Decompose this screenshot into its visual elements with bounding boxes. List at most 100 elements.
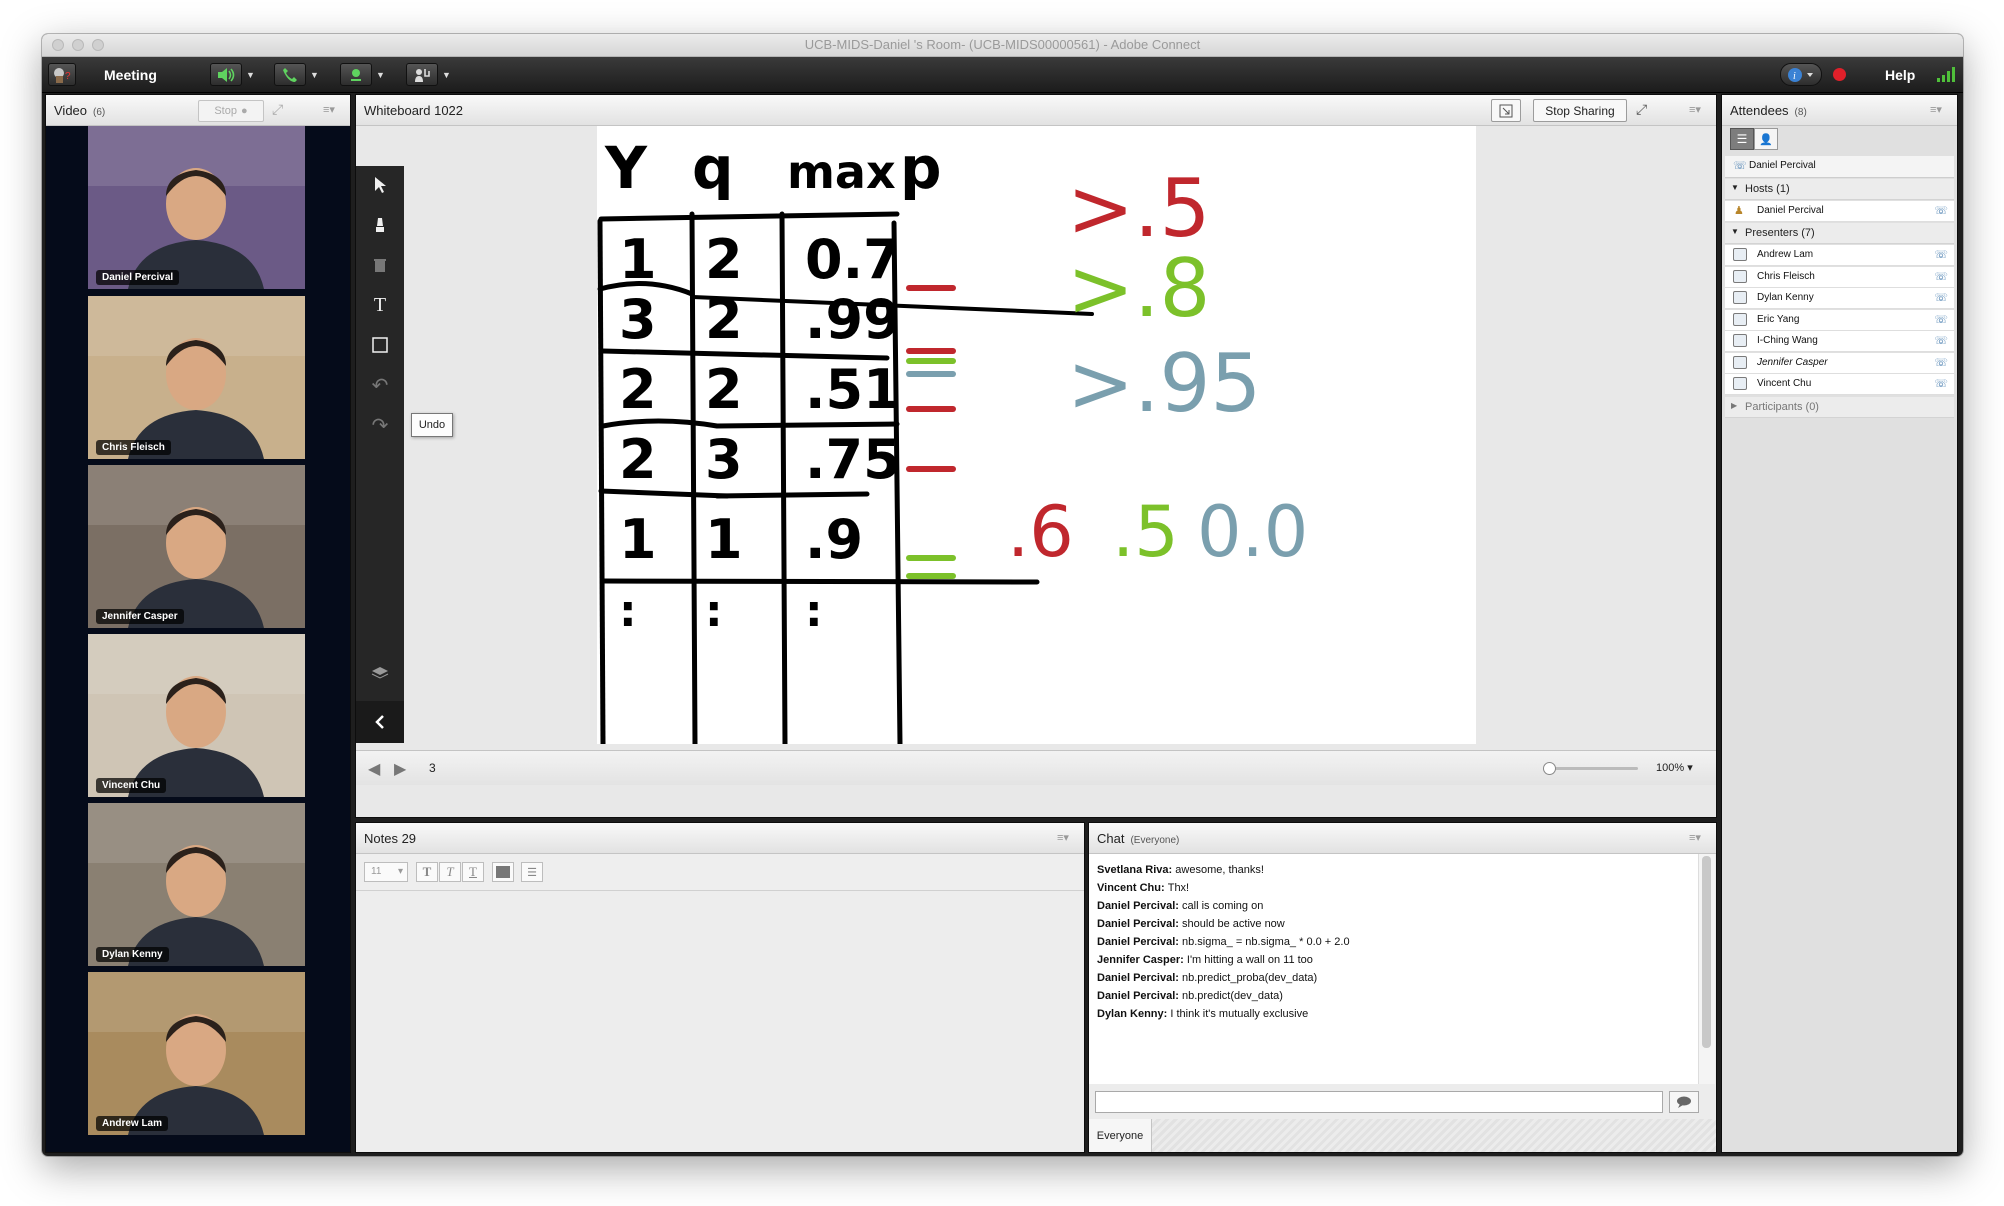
video-tile[interactable]: Daniel Percival [88,126,305,289]
whiteboard-canvas[interactable]: Yq max p 1 2 0.7 3 2.99 2 2.51 2 3.75 1 1.9::: >.5 >.8 >… [597,126,1476,747]
video-tile-name: Vincent Chu [96,778,167,793]
shape-tool-icon[interactable] [356,326,404,364]
webcam-icon[interactable] [340,63,372,86]
webcam-feed-image [88,634,305,797]
collapse-toolbar-icon[interactable] [356,701,404,743]
bold-icon[interactable]: T [416,862,438,882]
whiteboard-fullscreen-icon[interactable]: ⤢ [1636,101,1647,118]
next-page-icon[interactable]: ▶ [394,759,406,779]
draw-mode-icon[interactable] [1491,99,1521,122]
info-icon[interactable]: i [1780,63,1822,86]
stop-sharing-button[interactable]: Stop Sharing [1533,99,1627,122]
attendee-row[interactable]: Vincent Chu ☏ [1725,374,1954,395]
webcam-dropdown-icon[interactable]: ▼ [373,63,388,86]
attendees-pod-header: Attendees (8) ≡▾ [1722,95,1957,126]
previous-page-icon[interactable]: ◀ [368,759,380,779]
chat-separator: : [1175,990,1183,1002]
layers-icon[interactable] [356,654,404,692]
delete-icon[interactable] [356,246,404,284]
chat-tab-everyone[interactable]: Everyone [1089,1119,1152,1152]
video-tile[interactable]: Andrew Lam [88,972,305,1135]
threshold-label: >.8 [1067,242,1210,335]
attendees-count: (8) [1794,107,1807,118]
attendee-name: Daniel Percival [1757,205,1824,216]
chat-scrollbar[interactable] [1698,854,1715,1084]
notes-content[interactable] [356,891,1084,1152]
attendee-row[interactable]: Eric Yang ☏ [1725,309,1954,331]
video-tile[interactable]: Chris Fleisch [88,296,305,459]
chat-text: awesome, thanks! [1175,864,1264,876]
chat-pod-menu-icon[interactable]: ≡▾ [1684,829,1706,847]
undo-tooltip: Undo [411,413,453,437]
list-view-icon[interactable]: ☰ [1730,128,1754,150]
hosts-section[interactable]: ▼ Hosts (1) [1725,179,1954,200]
whiteboard-cell: : [805,586,823,637]
notes-title: Notes 29 [364,831,417,846]
table-line [597,218,606,747]
speaker-icon[interactable] [210,63,242,86]
whiteboard-cell: 1 [705,508,743,571]
attendee-row[interactable]: I-Ching Wang ☏ [1725,331,1954,352]
phone-icon: ☏ [1733,160,1747,172]
video-tile-name: Dylan Kenny [96,947,169,962]
text-tool-icon[interactable]: T [356,286,404,324]
notes-pod-menu-icon[interactable]: ≡▾ [1052,829,1074,847]
help-menu[interactable]: Help [1885,57,1915,92]
bullet-list-icon[interactable]: ☰ [521,862,543,882]
phone-icon: ☏ [1934,313,1948,326]
attendees-pod-menu-icon[interactable]: ≡▾ [1925,101,1947,119]
italic-icon[interactable]: T [439,862,461,882]
speaker-dropdown-icon[interactable]: ▼ [243,63,258,86]
send-message-icon[interactable] [1669,1091,1699,1113]
zoom-slider-handle[interactable] [1543,762,1556,775]
table-line [714,491,870,499]
meeting-menu[interactable]: Meeting [104,57,157,92]
participants-section[interactable]: ▶ Participants (0) [1725,397,1954,418]
attendee-row[interactable]: Andrew Lam ☏ [1725,245,1954,266]
attendee-row[interactable]: ♟ Daniel Percival ☏ [1725,201,1954,222]
zoom-slider[interactable] [1546,767,1638,770]
chat-sender: Daniel Percival [1097,990,1176,1002]
chat-message: Jennifer Casper: I'm hitting a wall on 1… [1097,954,1313,966]
chat-messages: Svetlana Riva: awesome, thanks! Vincent C… [1089,854,1698,1084]
my-status-row[interactable]: ☏ Daniel Percival [1725,156,1954,178]
presenters-section[interactable]: ▼ Presenters (7) [1725,223,1954,244]
chevron-down-icon: ▼ [1731,183,1739,192]
attendee-row[interactable]: Dylan Kenny ☏ [1725,288,1954,309]
webcam-feed-image [88,972,305,1135]
video-tile[interactable]: Vincent Chu [88,634,305,797]
attendee-row[interactable]: Jennifer Casper ☏ [1725,352,1954,374]
marker-tool-icon[interactable] [356,206,404,244]
text-color-icon[interactable] [492,862,514,882]
attendee-name: Jennifer Casper [1757,356,1828,368]
stop-video-button[interactable]: Stop ● [198,100,264,122]
redo-icon[interactable]: ↷ [356,406,404,444]
chat-separator: : [1175,972,1183,984]
status-dropdown-icon[interactable]: ▼ [439,63,454,86]
fullscreen-icon[interactable]: ⤢ [272,101,283,118]
presenter-icon [1733,248,1747,261]
chat-message: Dylan Kenny: I think it's mutually exclu… [1097,1008,1308,1020]
raise-hand-icon[interactable] [406,63,438,86]
chat-scrollbar-thumb[interactable] [1702,856,1711,1048]
chat-input[interactable] [1095,1091,1663,1113]
record-icon[interactable] [1833,68,1846,81]
font-size-select[interactable]: 11 ▾ [364,862,408,882]
video-tile[interactable]: Dylan Kenny [88,803,305,966]
underline-icon[interactable]: T [462,862,484,882]
zoom-value: 100% [1656,762,1685,774]
video-pod-menu-icon[interactable]: ≡▾ [318,101,340,119]
undo-icon[interactable]: ↶ [356,366,404,404]
video-tile[interactable]: Jennifer Casper [88,465,305,628]
video-pod-title: Video [54,103,88,118]
phone-dropdown-icon[interactable]: ▼ [307,63,322,86]
whiteboard-pod-menu-icon[interactable]: ≡▾ [1684,101,1706,119]
selection-tool-icon[interactable] [356,166,404,204]
phone-icon[interactable] [274,63,306,86]
status-view-icon[interactable]: 👤 [1754,128,1778,150]
app-logo-icon[interactable]: ? [48,63,76,86]
zoom-level[interactable]: 100% ▾ [1656,761,1693,774]
attendee-row[interactable]: Chris Fleisch ☏ [1725,266,1954,288]
presenter-icon [1733,377,1747,390]
attendee-name: Chris Fleisch [1757,270,1815,282]
